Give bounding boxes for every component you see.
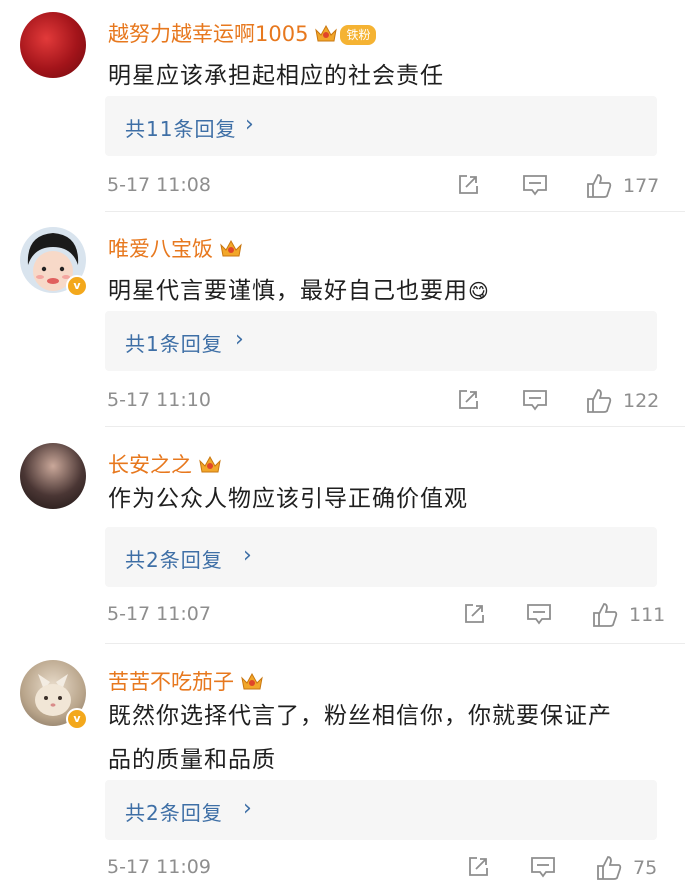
comment-item: 长安之之 作为公众人物应该引导正确价值观 共2条回复 › 5-17 11:07 … <box>0 443 685 643</box>
timestamp: 5-17 11:10 <box>107 389 211 411</box>
comment-meta: 5-17 11:09 75 <box>105 852 665 886</box>
comment-icon[interactable] <box>525 601 553 627</box>
comment-meta: 5-17 11:08 177 <box>105 170 665 204</box>
comment-text: 作为公众人物应该引导正确价值观 <box>108 486 468 512</box>
reply-box[interactable]: 共2条回复 › <box>105 527 657 587</box>
timestamp: 5-17 11:09 <box>107 856 211 878</box>
comment-item: 越努力越幸运啊1005 铁粉 明星应该承担起相应的社会责任 共11条回复 › 5-… <box>0 12 685 212</box>
like-count: 75 <box>633 857 658 879</box>
divider <box>105 426 685 427</box>
username[interactable]: 越努力越幸运啊1005 铁粉 <box>108 18 377 48</box>
avatar[interactable] <box>20 12 86 78</box>
comment-icon[interactable] <box>521 387 549 413</box>
chevron-right-icon: › <box>243 543 252 568</box>
reply-box[interactable]: 共2条回复 › <box>105 780 657 840</box>
username[interactable]: 唯爱八宝饭 <box>108 233 243 263</box>
verified-v-icon: v <box>66 275 88 297</box>
share-icon[interactable] <box>455 172 481 198</box>
emoji: 😋 <box>468 279 490 303</box>
reply-count-link[interactable]: 共1条回复 <box>125 328 223 357</box>
avatar[interactable] <box>20 443 86 509</box>
share-icon[interactable] <box>465 854 491 880</box>
reply-count-link[interactable]: 共2条回复 <box>125 544 223 573</box>
comment-item: v 唯爱八宝饭 明星代言要谨慎，最好自己也要用😋 共1条回复 › 5-17 11… <box>0 227 685 427</box>
verified-v-icon: v <box>66 708 88 730</box>
username[interactable]: 苦苦不吃茄子 <box>108 666 264 696</box>
fan-level-badge: 铁粉 <box>340 25 377 45</box>
thumbs-up-icon[interactable] <box>585 387 613 415</box>
thumbs-up-icon[interactable] <box>585 172 613 200</box>
divider <box>105 643 685 644</box>
username[interactable]: 长安之之 <box>108 449 222 479</box>
chevron-right-icon: › <box>243 796 252 821</box>
divider <box>105 211 685 212</box>
thumbs-up-icon[interactable] <box>595 854 623 882</box>
chevron-right-icon: › <box>245 112 254 137</box>
reply-count-link[interactable]: 共11条回复 <box>125 113 236 142</box>
share-icon[interactable] <box>461 601 487 627</box>
reply-box[interactable]: 共11条回复 › <box>105 96 657 156</box>
comment-icon[interactable] <box>521 172 549 198</box>
comment-meta: 5-17 11:10 122 <box>105 385 665 419</box>
crown-badge-icon <box>220 239 242 257</box>
timestamp: 5-17 11:08 <box>107 174 211 196</box>
like-count: 122 <box>623 390 660 412</box>
crown-badge-icon <box>199 455 221 473</box>
comment-text: 明星代言要谨慎，最好自己也要用😋 <box>108 278 490 304</box>
reply-box[interactable]: 共1条回复 › <box>105 311 657 371</box>
comment-icon[interactable] <box>529 854 557 880</box>
crown-badge-icon <box>315 24 338 42</box>
thumbs-up-icon[interactable] <box>591 601 619 629</box>
like-count: 177 <box>623 175 660 197</box>
chevron-right-icon: › <box>235 327 244 352</box>
share-icon[interactable] <box>455 387 481 413</box>
comment-text: 既然你选择代言了，粉丝相信你，你就要保证产 品的质量和品质 <box>108 703 612 773</box>
reply-count-link[interactable]: 共2条回复 <box>125 797 223 826</box>
timestamp: 5-17 11:07 <box>107 603 211 625</box>
comment-item: v 苦苦不吃茄子 既然你选择代言了，粉丝相信你，你就要保证产 品的质量和品质 共… <box>0 660 685 892</box>
comment-meta: 5-17 11:07 111 <box>105 599 665 633</box>
like-count: 111 <box>629 604 666 626</box>
crown-badge-icon <box>241 672 263 690</box>
comment-text: 明星应该承担起相应的社会责任 <box>108 63 444 89</box>
